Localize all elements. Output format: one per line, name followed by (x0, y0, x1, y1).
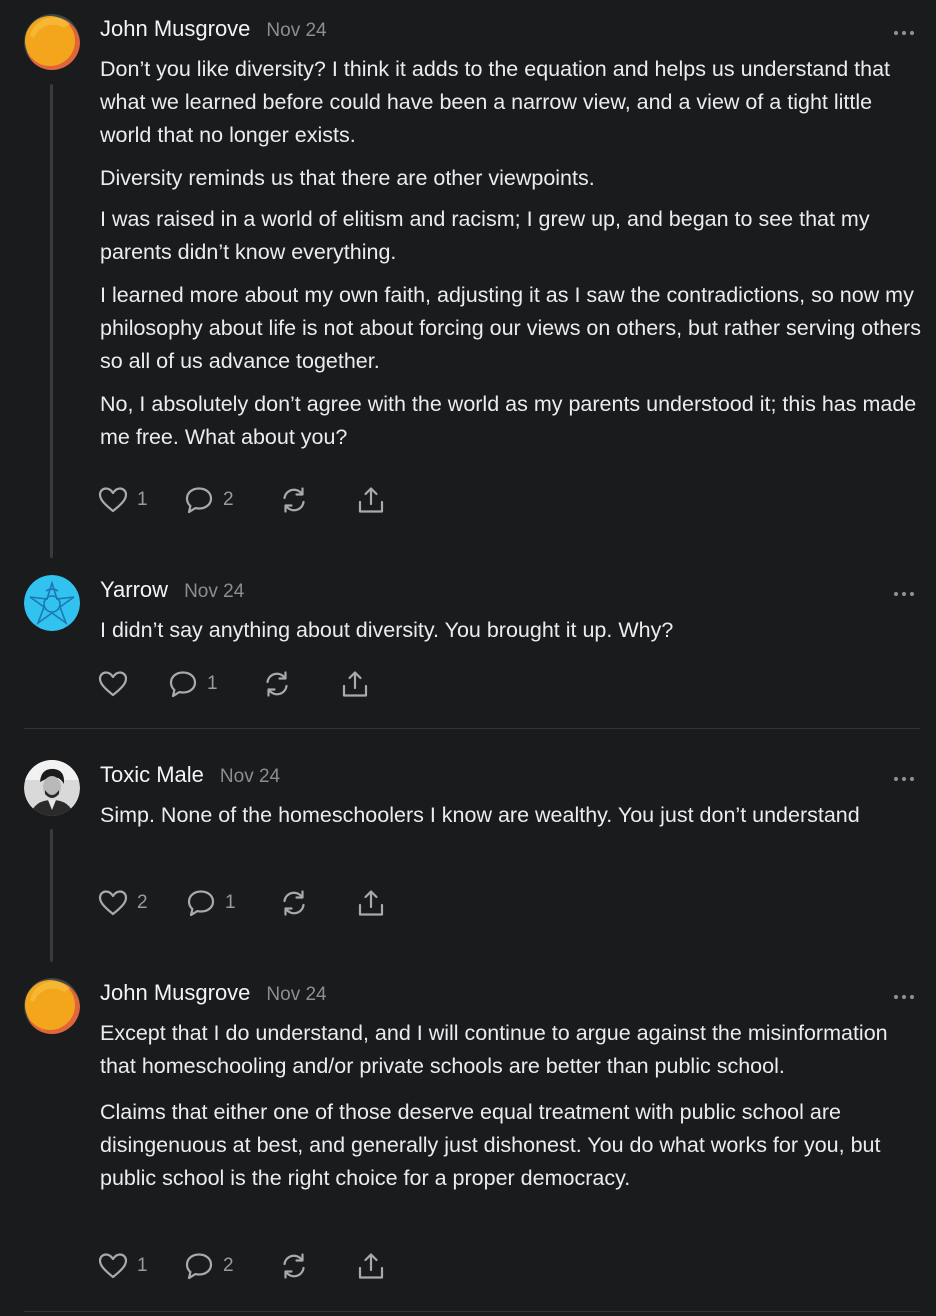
ellipsis-icon (893, 30, 915, 36)
avatar[interactable] (24, 575, 80, 631)
comment-paragraph: I was raised in a world of elitism and r… (100, 207, 870, 264)
share-button[interactable] (356, 886, 386, 920)
share-button[interactable] (356, 1249, 386, 1283)
ellipsis-icon (893, 776, 915, 782)
author-name[interactable]: John Musgrove (100, 16, 250, 42)
comment-paragraph: Don’t you like diversity? I think it add… (100, 57, 891, 147)
like-button[interactable]: 2 (98, 886, 148, 920)
speech-bubble-icon (185, 1253, 213, 1280)
reply-button[interactable]: 2 (184, 1249, 234, 1283)
heart-icon (98, 890, 128, 916)
comment-paragraph: Diversity reminds us that there are othe… (100, 166, 595, 190)
comment-body: Simp. None of the homeschoolers I know a… (100, 799, 922, 842)
comment-date[interactable]: Nov 24 (184, 581, 244, 603)
author-name[interactable]: John Musgrove (100, 980, 250, 1006)
like-count: 2 (137, 892, 148, 913)
share-button[interactable] (340, 667, 370, 701)
author-name[interactable]: Yarrow (100, 577, 168, 603)
comment-header: John Musgrove Nov 24 (100, 980, 327, 1006)
like-button[interactable]: 1 (98, 483, 148, 517)
share-icon (358, 487, 384, 513)
like-count: 1 (137, 489, 148, 510)
thread-line (50, 829, 53, 962)
heart-icon (98, 671, 128, 697)
more-options-button[interactable] (892, 989, 916, 1000)
avatar[interactable] (24, 760, 80, 816)
reply-button[interactable]: 1 (186, 886, 236, 920)
restack-button[interactable] (279, 1249, 309, 1283)
ellipsis-icon (893, 591, 915, 597)
share-icon (358, 890, 384, 916)
restack-icon (266, 671, 288, 697)
share-button[interactable] (356, 483, 386, 517)
author-name[interactable]: Toxic Male (100, 762, 204, 788)
speech-bubble-icon (187, 890, 215, 917)
restack-button[interactable] (279, 886, 309, 920)
like-button[interactable] (98, 667, 137, 701)
reply-count: 1 (207, 673, 218, 694)
avatar[interactable] (24, 978, 80, 1034)
comment-paragraph: Simp. None of the homeschoolers I know a… (100, 803, 860, 827)
more-options-button[interactable] (892, 771, 916, 782)
restack-icon (283, 1253, 305, 1279)
comment-paragraph: Except that I do understand, and I will … (100, 1021, 888, 1078)
comment-body: Except that I do understand, and I will … (100, 1017, 922, 1205)
restack-button[interactable] (262, 667, 292, 701)
share-icon (342, 671, 368, 697)
comment-header: Toxic Male Nov 24 (100, 762, 280, 788)
share-icon (358, 1253, 384, 1279)
reply-button[interactable]: 2 (184, 483, 234, 517)
reply-count: 2 (223, 489, 234, 510)
comment-body: Don’t you like diversity? I think it add… (100, 53, 922, 464)
more-options-button[interactable] (892, 586, 916, 597)
thread-line (50, 84, 53, 558)
restack-button[interactable] (279, 483, 309, 517)
ellipsis-icon (893, 994, 915, 1000)
comment-paragraph: Claims that either one of those deserve … (100, 1100, 881, 1190)
comment-date[interactable]: Nov 24 (266, 984, 326, 1006)
reply-count: 1 (225, 892, 236, 913)
restack-icon (283, 487, 305, 513)
more-options-button[interactable] (892, 25, 916, 36)
like-count: 1 (137, 1255, 148, 1276)
heart-icon (98, 487, 128, 513)
speech-bubble-icon (169, 671, 197, 698)
comment-paragraph: No, I absolutely don’t agree with the wo… (100, 392, 917, 449)
comment-header: John Musgrove Nov 24 (100, 16, 327, 42)
comment-header: Yarrow Nov 24 (100, 577, 244, 603)
restack-icon (283, 890, 305, 916)
reply-count: 2 (223, 1255, 234, 1276)
comment-divider (24, 728, 920, 729)
comment-paragraph: I didn’t say anything about diversity. Y… (100, 618, 674, 642)
avatar[interactable] (24, 14, 80, 70)
like-button[interactable]: 1 (98, 1249, 148, 1283)
comment-divider (24, 1311, 920, 1312)
comment-date[interactable]: Nov 24 (220, 766, 280, 788)
reply-button[interactable]: 1 (168, 667, 218, 701)
heart-icon (98, 1253, 128, 1279)
comment-body: I didn’t say anything about diversity. Y… (100, 614, 922, 657)
comment-date[interactable]: Nov 24 (266, 20, 326, 42)
speech-bubble-icon (185, 487, 213, 514)
comment-paragraph: I learned more about my own faith, adjus… (100, 283, 922, 373)
